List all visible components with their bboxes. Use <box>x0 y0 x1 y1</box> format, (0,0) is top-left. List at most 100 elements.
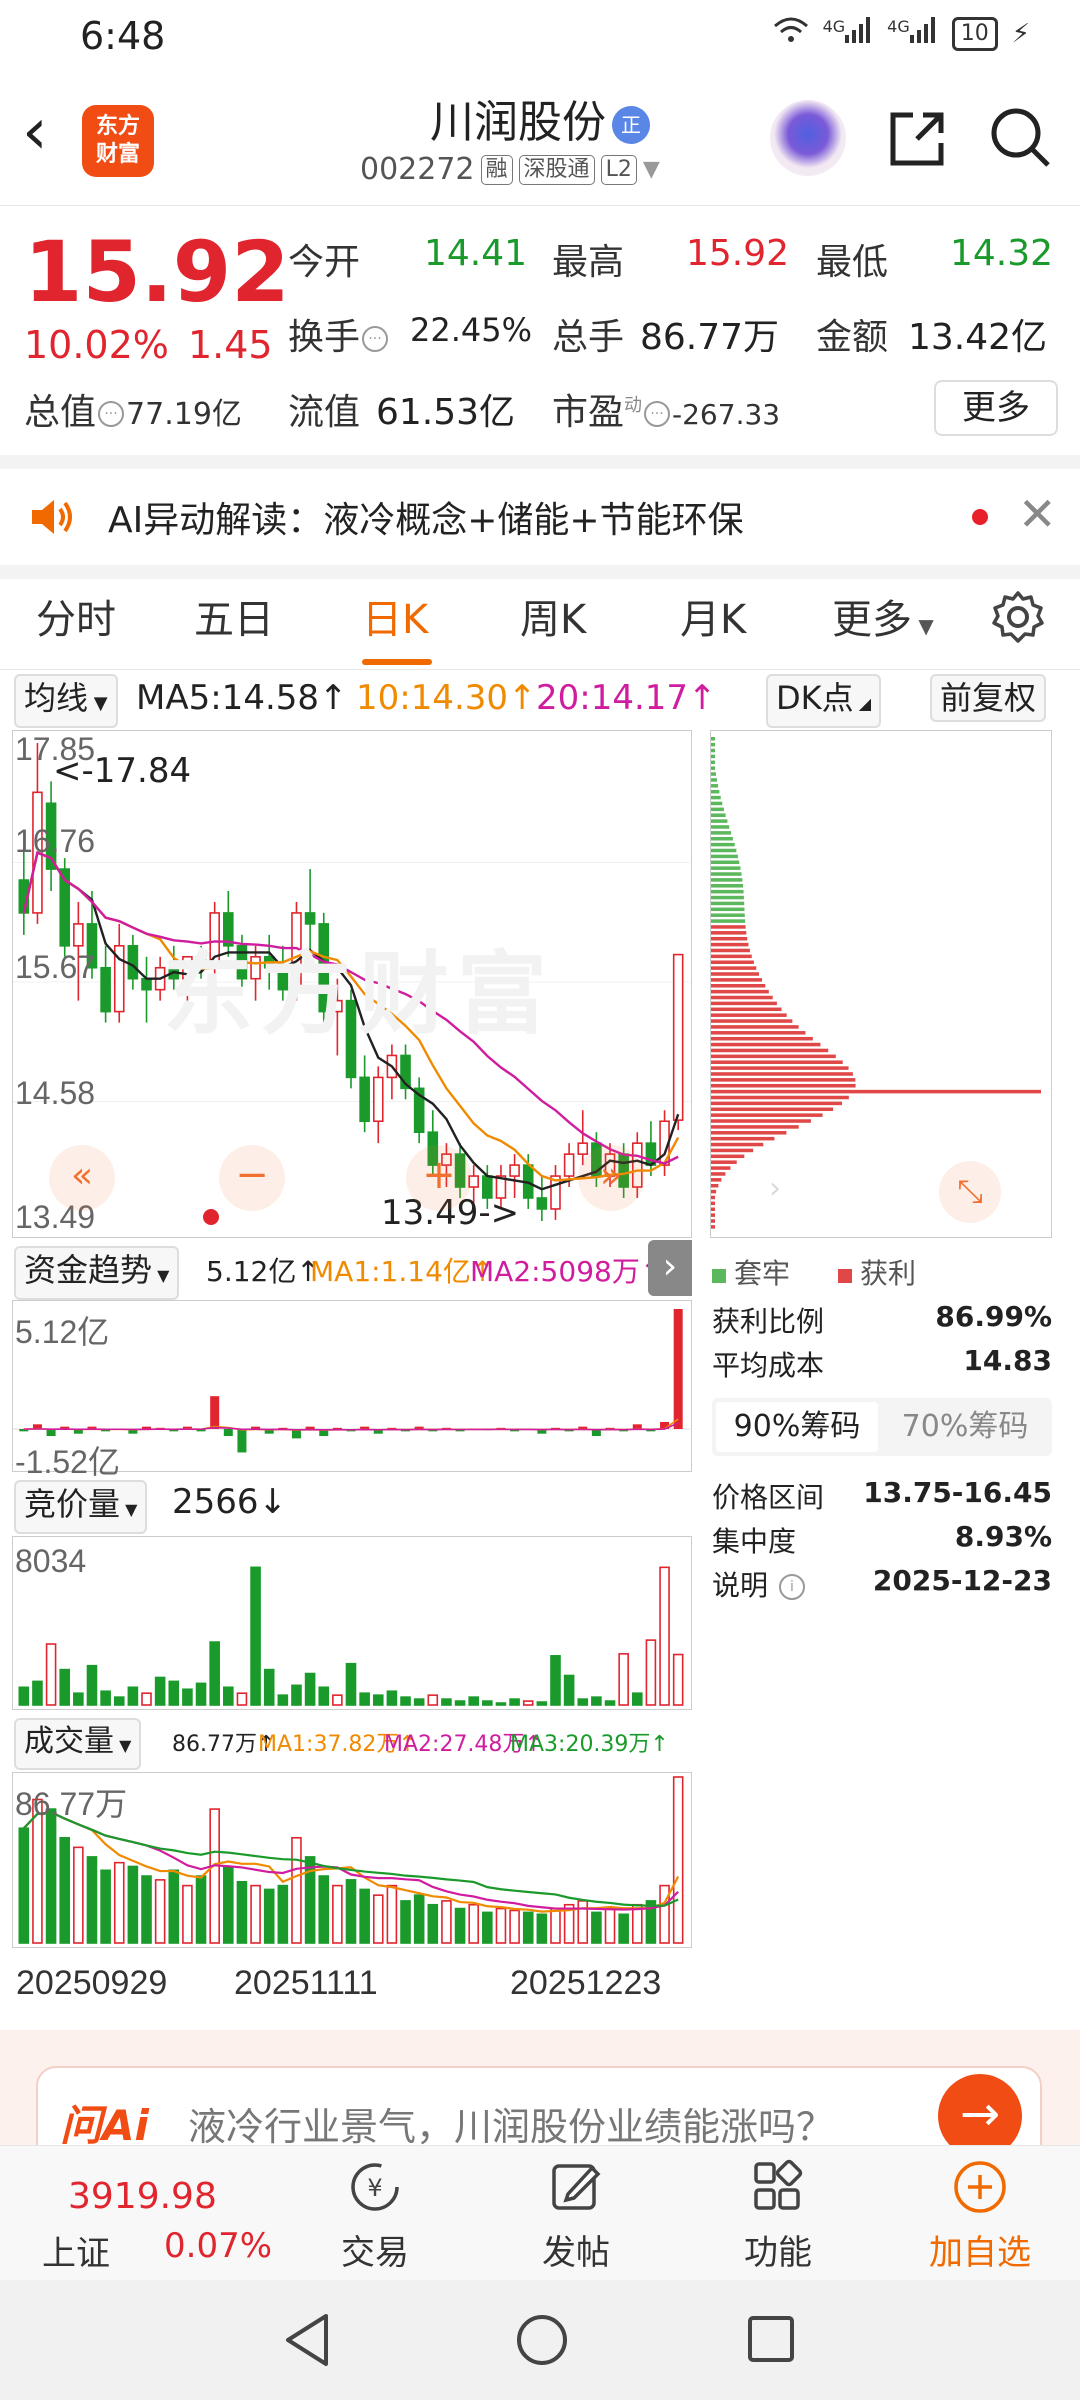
fund-trend-chart[interactable]: 5.12亿 -1.52亿 <box>12 1300 692 1480</box>
chip-bar <box>711 848 737 853</box>
info-icon[interactable]: ··· <box>362 326 389 352</box>
system-recents-icon[interactable] <box>746 2314 796 2368</box>
chip-bar <box>711 854 738 859</box>
system-back-icon[interactable] <box>282 2312 332 2372</box>
auction-bar <box>372 1694 384 1706</box>
volume-label: 总手 <box>552 317 625 358</box>
wifi-icon <box>773 16 809 51</box>
zoom-out-icon[interactable]: − <box>219 1145 285 1211</box>
volume-bar <box>73 1846 84 1944</box>
chip-bar <box>711 737 715 741</box>
tab-five-day[interactable]: 五日 <box>194 587 274 645</box>
scroll-right-icon[interactable]: » <box>578 1145 644 1211</box>
chip-bar <box>711 1054 836 1059</box>
share-icon[interactable] <box>885 105 951 175</box>
event-marker[interactable] <box>203 1209 219 1225</box>
search-icon[interactable] <box>988 105 1054 175</box>
fullscreen-icon[interactable]: ⤡ <box>939 1161 1001 1223</box>
volume-chart[interactable]: 86.77万 <box>12 1772 692 1948</box>
chip-stat-row: 获利比例 86.99% <box>712 1300 1052 1338</box>
chip-bar <box>711 1201 715 1206</box>
index-ticker[interactable]: 3919.98 上证 0.07% <box>0 2146 272 2281</box>
auction-bar <box>672 1653 684 1706</box>
info-icon[interactable]: ··· <box>644 401 671 427</box>
chip-bar <box>711 925 746 929</box>
chip-bar <box>711 931 747 935</box>
scroll-left-icon[interactable]: « <box>49 1145 115 1211</box>
stock-code-row[interactable]: 002272 融 深股通 L2 ▼ <box>360 152 660 187</box>
volume-bar <box>427 1903 439 1944</box>
chip-bar <box>711 919 746 923</box>
tab-chip-90[interactable]: 90%筹码 <box>716 1402 878 1452</box>
tab-monthly-k[interactable]: 月K <box>680 587 746 645</box>
chip-bar <box>711 1013 787 1017</box>
chip-bar <box>711 1213 715 1217</box>
zoom-in-icon[interactable]: + <box>406 1145 472 1211</box>
max-price-note: <-17.84 <box>53 751 192 791</box>
info-icon[interactable]: i <box>778 1574 805 1600</box>
dk-point-selector[interactable]: DK点 ◢ <box>766 674 882 728</box>
chip-bar <box>711 1001 777 1006</box>
chip-bar <box>711 984 766 988</box>
y-label-2: 16.76 <box>15 823 96 859</box>
kline-chart[interactable]: 东方财富 17.85 16.76 15.67 14.58 13.49 <-17.… <box>12 730 692 1238</box>
chip-bar <box>711 907 745 912</box>
volume-bar <box>591 1911 602 1944</box>
plus-circle-icon <box>920 2158 1040 2225</box>
volume-bar <box>195 1875 207 1944</box>
candle-body <box>127 945 139 980</box>
amount-label: 金额 <box>816 317 889 358</box>
ask-ai-logo: 问Ai <box>60 2101 149 2150</box>
auction-bar <box>277 1694 289 1706</box>
info-icon[interactable]: ··· <box>98 401 125 427</box>
auction-bar <box>32 1680 43 1706</box>
tab-intraday[interactable]: 分时 <box>36 587 116 645</box>
tab-daily-k[interactable]: 日K <box>362 587 428 645</box>
open-label: 今开 <box>288 242 361 283</box>
expand-panel-icon[interactable]: › <box>648 1240 692 1296</box>
adjust-selector[interactable]: 前复权 <box>930 674 1047 722</box>
chip-bar <box>711 1225 715 1229</box>
ai-insight-bar[interactable]: AI异动解读：液冷概念+储能+节能环保 ✕ <box>0 469 1080 565</box>
system-home-icon[interactable] <box>514 2312 570 2372</box>
gear-icon[interactable] <box>990 589 1046 649</box>
candle-body <box>372 1076 384 1123</box>
tab-chip-70[interactable]: 70%筹码 <box>882 1402 1048 1452</box>
chip-bar <box>711 760 715 765</box>
chip-bar <box>711 1219 715 1223</box>
y-label-3: 15.67 <box>15 949 96 985</box>
volume-bar <box>604 1907 616 1944</box>
volume-bar <box>263 1888 275 1944</box>
tab-more[interactable]: 更多 ▼ <box>832 587 934 645</box>
auction-bar <box>318 1686 330 1706</box>
candle-body <box>359 1076 370 1123</box>
chip-bar <box>711 872 742 876</box>
auction-chart[interactable]: 8034 <box>12 1536 692 1710</box>
nav-post[interactable]: 发帖 <box>516 2146 636 2274</box>
tab-weekly-k[interactable]: 周K <box>520 587 586 645</box>
nav-add-watchlist[interactable]: 加自选 <box>920 2146 1040 2274</box>
dropdown-arrow-icon: ▼ <box>642 157 660 182</box>
volume-selector[interactable]: 成交量 ▼ <box>14 1718 142 1770</box>
fund-trend-selector[interactable]: 资金趋势 ▼ <box>14 1246 180 1300</box>
close-icon[interactable]: ✕ <box>1018 487 1057 541</box>
fund-ma2: MA2:5098万↑ <box>470 1255 664 1288</box>
auction-bar <box>495 1702 507 1706</box>
fund-top-label: 5.12亿 <box>15 1314 110 1350</box>
expand-arrow-icon[interactable]: › <box>769 1171 781 1206</box>
chip-distribution-chart[interactable]: › ⤡ <box>710 730 1052 1238</box>
ma-selector[interactable]: 均线 ▼ <box>14 674 118 728</box>
volume-bar <box>168 1869 180 1944</box>
chip-bar <box>711 889 744 894</box>
more-quote-button[interactable]: 更多 <box>934 380 1058 436</box>
nav-functions[interactable]: 功能 <box>718 2146 838 2274</box>
ai-assistant-avatar[interactable] <box>770 100 846 176</box>
nav-trade[interactable]: ¥ 交易 <box>315 2146 435 2274</box>
chip-bar <box>711 895 744 900</box>
current-price: 15.92 <box>24 223 290 321</box>
auction-svg <box>18 1566 684 1706</box>
volume-bar <box>332 1884 343 1944</box>
chip-stat-row: 价格区间 13.75-16.45 <box>712 1476 1052 1514</box>
chip-bar <box>711 913 745 917</box>
auction-selector[interactable]: 竞价量 ▼ <box>14 1480 148 1534</box>
